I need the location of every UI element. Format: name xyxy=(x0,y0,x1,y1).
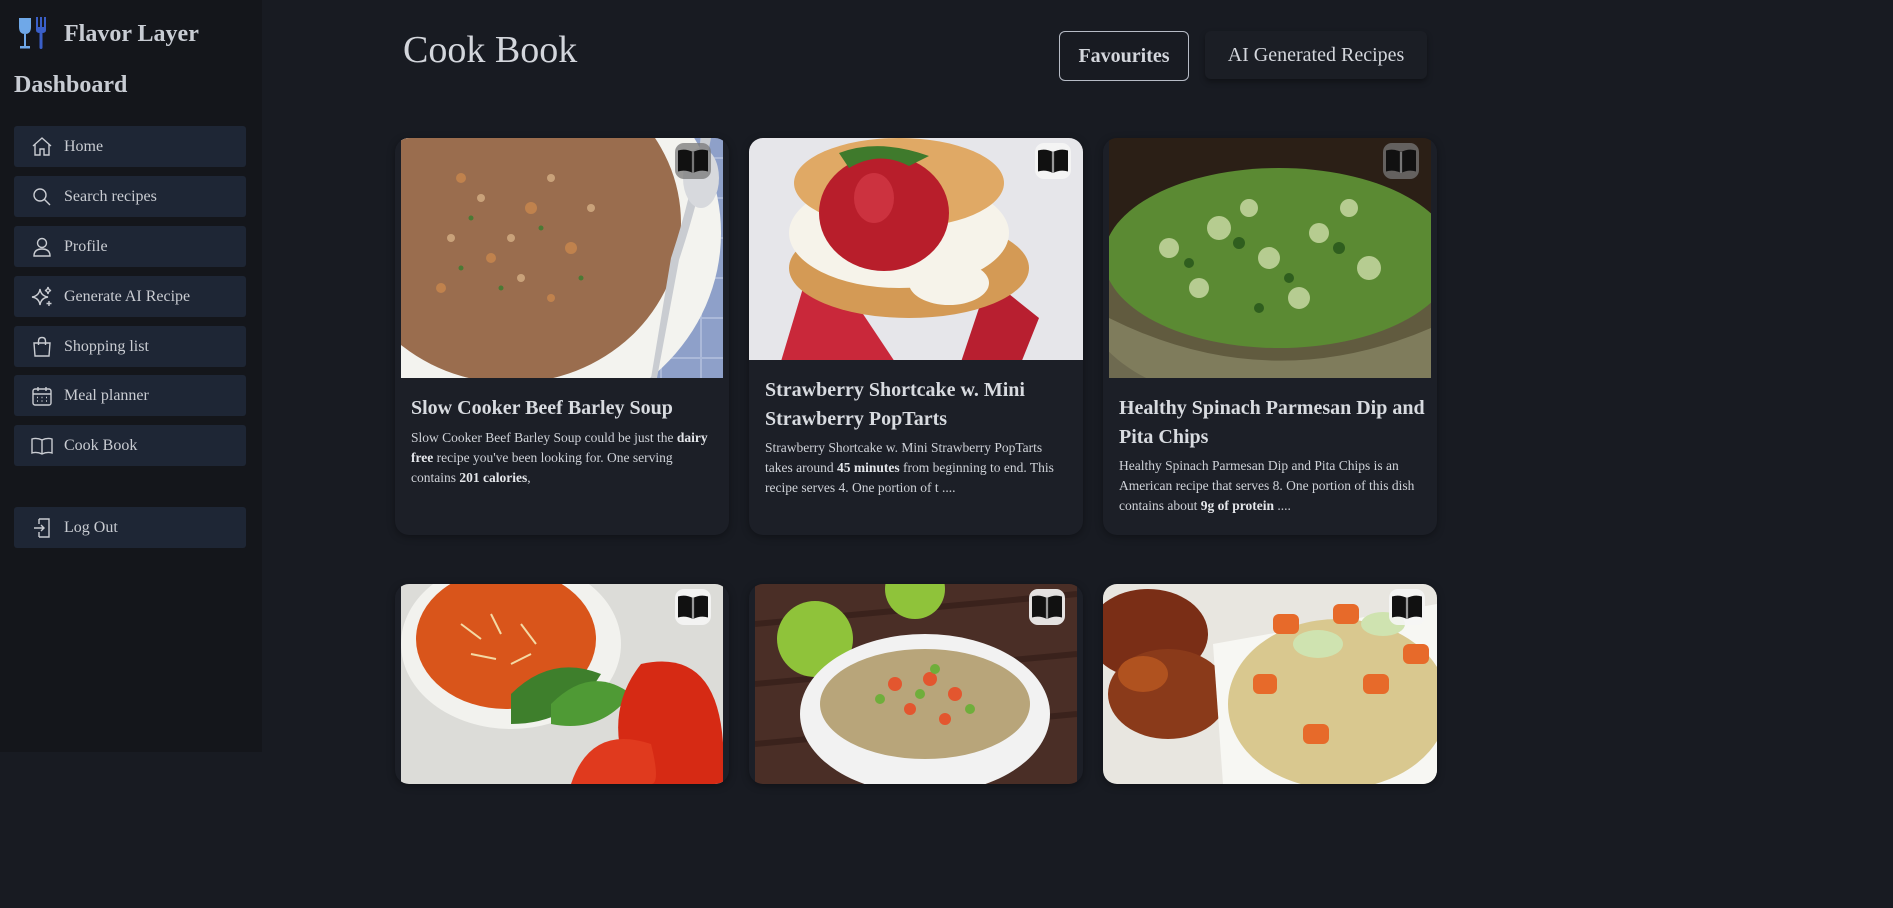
logout-label: Log Out xyxy=(64,518,118,536)
bookmark-button[interactable] xyxy=(1035,143,1071,179)
recipe-title[interactable]: Healthy Spinach Parmesan Dip and Pita Ch… xyxy=(1119,394,1425,452)
sidebar-item-label: Search recipes xyxy=(64,187,157,205)
wine-fork-logo-icon xyxy=(19,17,46,49)
bookmark-button[interactable] xyxy=(1383,143,1419,179)
recipe-description: Healthy Spinach Parmesan Dip and Pita Ch… xyxy=(1119,458,1415,513)
recipe-card[interactable]: Slow Cooker Beef Barley Soup Slow Cooker… xyxy=(395,138,729,535)
shopping-bag-icon xyxy=(30,335,54,359)
tab-favourites[interactable]: Favourites xyxy=(1059,31,1189,81)
search-icon xyxy=(30,185,54,209)
app-name: Flavor Layer xyxy=(64,20,199,47)
logout-icon xyxy=(30,516,54,540)
sparkles-icon xyxy=(30,285,54,309)
bookmark-button[interactable] xyxy=(1389,589,1425,625)
bookmark-button[interactable] xyxy=(1029,589,1065,625)
sidebar-item-search-recipes[interactable]: Search recipes xyxy=(14,176,246,217)
sidebar-item-label: Generate AI Recipe xyxy=(64,287,191,305)
book-icon xyxy=(1032,595,1062,619)
bookmark-button[interactable] xyxy=(675,143,711,179)
sidebar-item-home[interactable]: Home xyxy=(14,126,246,167)
sidebar: Flavor Layer Dashboard Home Search recip… xyxy=(0,0,262,752)
sidebar-item-profile[interactable]: Profile xyxy=(14,226,246,267)
recipe-card[interactable] xyxy=(1103,584,1437,784)
recipe-card[interactable] xyxy=(395,584,729,784)
sidebar-item-label: Shopping list xyxy=(64,337,149,355)
user-icon xyxy=(30,235,54,259)
sidebar-item-meal-planner[interactable]: Meal planner xyxy=(14,375,246,416)
book-icon xyxy=(30,434,54,458)
recipe-image-strawberry-shortcake xyxy=(749,138,1083,360)
recipe-card[interactable] xyxy=(749,584,1083,784)
recipe-card[interactable]: Strawberry Shortcake w. Mini Strawberry … xyxy=(749,138,1083,535)
sidebar-item-label: Cook Book xyxy=(64,436,138,454)
recipe-image-spinach-dip xyxy=(1109,138,1431,378)
calendar-icon xyxy=(30,384,54,408)
recipe-card[interactable]: Healthy Spinach Parmesan Dip and Pita Ch… xyxy=(1103,138,1437,535)
page-title: Cook Book xyxy=(403,29,578,71)
main-content: Cook Book Favourites AI Generated Recipe… xyxy=(262,0,1568,784)
recipe-image-rice-bowl xyxy=(755,584,1077,784)
recipe-image-chicken-rice xyxy=(1103,584,1437,784)
sidebar-item-shopping-list[interactable]: Shopping list xyxy=(14,326,246,367)
book-icon xyxy=(678,149,708,173)
sidebar-item-cook-book[interactable]: Cook Book xyxy=(14,425,246,466)
recipe-title[interactable]: Slow Cooker Beef Barley Soup xyxy=(411,394,717,423)
logout-button[interactable]: Log Out xyxy=(14,507,246,548)
sidebar-item-label: Home xyxy=(64,137,104,155)
book-icon xyxy=(1392,595,1422,619)
book-icon xyxy=(678,595,708,619)
sidebar-item-label: Meal planner xyxy=(64,386,149,404)
sidebar-item-label: Profile xyxy=(64,237,108,255)
recipe-image-tomato-soup xyxy=(401,584,723,784)
tab-ai-generated-recipes[interactable]: AI Generated Recipes xyxy=(1205,31,1427,79)
brand[interactable]: Flavor Layer xyxy=(16,15,199,53)
home-icon xyxy=(30,135,54,159)
sidebar-item-generate-ai-recipe[interactable]: Generate AI Recipe xyxy=(14,276,246,317)
book-icon xyxy=(1038,149,1068,173)
recipe-title[interactable]: Strawberry Shortcake w. Mini Strawberry … xyxy=(765,376,1071,434)
bookmark-button[interactable] xyxy=(675,589,711,625)
recipe-image-beef-barley-soup xyxy=(401,138,723,378)
recipe-description: Strawberry Shortcake w. Mini Strawberry … xyxy=(765,440,1054,495)
book-icon xyxy=(1386,149,1416,173)
sidebar-title: Dashboard xyxy=(14,72,128,98)
recipe-description: Slow Cooker Beef Barley Soup could be ju… xyxy=(411,430,708,485)
